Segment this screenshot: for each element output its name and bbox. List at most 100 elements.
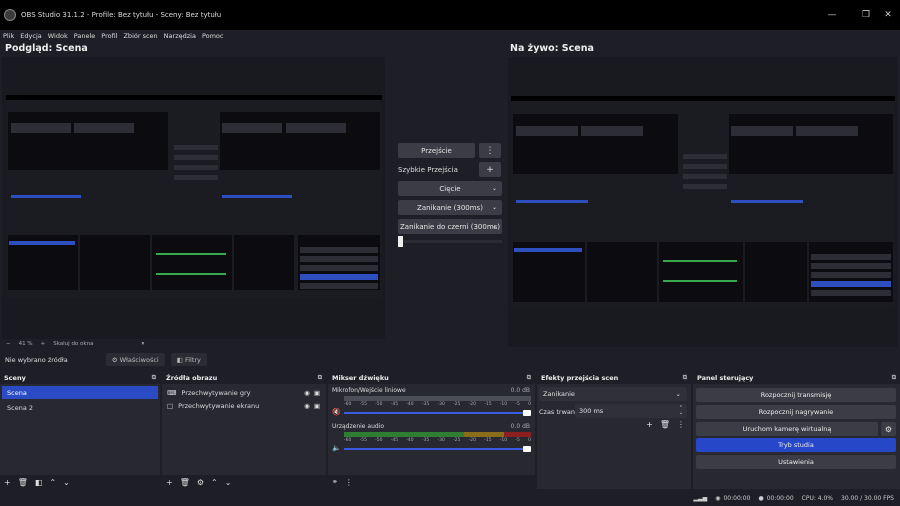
source-toolbar: Nie wybrano źródła ⚙ Właściwości ◧ Filtr…: [0, 350, 900, 369]
meter-ticks: -60 -55 -50 -45 -40 -35 -30 -25 -20 -15 -10 -5 0: [344, 438, 531, 443]
transition-button[interactable]: Przejście: [398, 143, 475, 158]
meter-ticks: -60 -55 -50 -45 -40 -35 -30 -25 -20 -15 -10 -5 0: [344, 402, 531, 407]
chevron-down-icon: ⌄: [491, 223, 497, 230]
sources-dock: Źródła obrazu ⧉ ⌨ Przechwytywanie gry ◉ ▣…: [162, 371, 326, 489]
gamepad-icon: ⌨: [167, 388, 177, 397]
chevron-down-icon[interactable]: ▾: [141, 341, 144, 347]
add-icon[interactable]: +: [4, 478, 11, 487]
scenes-footer: + 🗑 ◧ ⌃ ⌄: [0, 475, 160, 489]
maximize-icon[interactable]: ❐: [854, 0, 878, 30]
start-recording-button[interactable]: Rozpocznij nagrywanie: [696, 405, 896, 419]
arrow-up-icon[interactable]: ⌃: [49, 478, 56, 487]
tick-label: -40: [406, 402, 414, 407]
trash-icon[interactable]: 🗑: [660, 420, 670, 429]
lock-icon[interactable]: ▣: [314, 402, 320, 410]
arrow-down-icon[interactable]: ⌄: [225, 478, 232, 487]
tick-label: -20: [468, 438, 476, 443]
tick-label: -55: [359, 402, 367, 407]
eye-icon[interactable]: ◉: [304, 402, 310, 410]
tick-label: -60: [344, 438, 352, 443]
tbar-track: [400, 240, 502, 243]
eye-icon[interactable]: ◉: [304, 389, 310, 397]
more-icon[interactable]: ⋮: [677, 420, 685, 429]
source-item[interactable]: □ Przechwytywanie ekranu ◉ ▣: [162, 399, 326, 412]
menu-pomoc[interactable]: Pomoc: [199, 30, 227, 42]
volume-slider[interactable]: [344, 412, 527, 414]
tick-label: -10: [499, 438, 508, 443]
volume-slider[interactable]: [344, 448, 527, 450]
menu-plik[interactable]: Plik: [0, 30, 17, 42]
properties-button[interactable]: ⚙ Właściwości: [105, 353, 165, 366]
arrow-up-icon[interactable]: ⌃: [211, 478, 218, 487]
level-meter-yellow: [464, 432, 504, 437]
more-icon[interactable]: ⋮: [345, 478, 353, 487]
scene-item[interactable]: Scena: [2, 386, 158, 399]
minimize-icon[interactable]: —: [820, 0, 844, 30]
trash-icon[interactable]: 🗑: [18, 478, 28, 487]
quick-transition-fade-black[interactable]: Zanikanie do czerni (300ms) ⌄: [398, 219, 502, 234]
filters-button[interactable]: ◧ Filtry: [170, 353, 207, 366]
mic-muted-icon[interactable]: 🔇: [332, 408, 341, 416]
link-icon[interactable]: ⚭: [332, 478, 338, 486]
menu-panele[interactable]: Panele: [71, 30, 99, 42]
stepper-icon[interactable]: ⌃ ⌄: [679, 406, 683, 416]
duration-spinbox[interactable]: 300 ms ⌃ ⌄: [575, 404, 687, 418]
tick-label: 0: [528, 402, 531, 407]
chevron-down-icon: ⌄: [491, 185, 497, 192]
channel-name: Urządzenie audio: [332, 423, 385, 430]
speaker-icon[interactable]: 🔈: [332, 444, 341, 452]
arrow-down-icon[interactable]: ⌄: [63, 478, 70, 487]
lock-icon[interactable]: ▣: [314, 389, 320, 397]
quick-transition-cut[interactable]: Cięcie ⌄: [398, 181, 502, 196]
preview-title: Podgląd: Scena: [5, 43, 88, 54]
level-meter: [344, 396, 531, 401]
undock-icon[interactable]: ⧉: [527, 374, 531, 382]
quick-transitions-label: Szybkie Przejścia: [398, 166, 458, 174]
start-streaming-button[interactable]: Rozpocznij transmisję: [696, 388, 896, 402]
tbar-handle[interactable]: [398, 236, 403, 247]
undock-icon[interactable]: ⧉: [683, 374, 687, 382]
tick-label: -15: [484, 402, 492, 407]
zoom-in-icon[interactable]: +: [41, 341, 46, 347]
studio-mode-button[interactable]: Tryb studia: [696, 438, 896, 452]
zoom-out-icon[interactable]: −: [6, 341, 11, 347]
start-virtual-camera-button[interactable]: Uruchom kamerę wirtualną: [696, 422, 878, 436]
transition-select[interactable]: Zanikanie ⌄: [539, 387, 687, 401]
undock-icon[interactable]: ⧉: [892, 374, 896, 382]
close-icon[interactable]: ✕: [876, 0, 900, 30]
tick-label: -45: [390, 402, 399, 407]
volume-knob[interactable]: [523, 446, 531, 452]
source-item[interactable]: ⌨ Przechwytywanie gry ◉ ▣: [162, 386, 326, 399]
tick-label: 0: [528, 438, 531, 443]
filter-icon: ◧: [176, 355, 185, 364]
quick-transition-fade[interactable]: Zanikanie (300ms) ⌄: [398, 200, 502, 215]
no-source-label: Nie wybrano źródła: [5, 355, 68, 364]
menu-narzedzia[interactable]: Narzędzia: [161, 30, 199, 42]
obs-logo-icon: [4, 9, 16, 21]
menu-edycja[interactable]: Edycja: [17, 30, 44, 42]
chevron-down-icon: ⌄: [675, 390, 681, 398]
add-icon[interactable]: +: [166, 478, 173, 487]
gear-icon[interactable]: ⚙: [881, 422, 896, 436]
filter-icon[interactable]: ◧: [35, 478, 43, 487]
scene-item[interactable]: Scena 2: [2, 401, 158, 414]
undock-icon[interactable]: ⧉: [152, 374, 156, 382]
settings-button[interactable]: Ustawienia: [696, 455, 896, 469]
level-meter-red: [504, 432, 531, 437]
volume-knob[interactable]: [523, 410, 531, 416]
menu-profil[interactable]: Profil: [98, 30, 120, 42]
tick-label: -60: [344, 402, 352, 407]
preview-canvas[interactable]: [2, 57, 385, 339]
gear-icon[interactable]: ⚙: [197, 478, 204, 487]
controls-dock: Panel sterujący ⧉ Rozpocznij transmisję R…: [693, 371, 900, 489]
scale-select[interactable]: Skaluj do okna: [53, 341, 93, 347]
channel-db: 0.0 dB: [510, 423, 530, 430]
undock-icon[interactable]: ⧉: [318, 374, 322, 382]
trash-icon[interactable]: 🗑: [180, 478, 190, 487]
menu-zbior-scen[interactable]: Zbiór scen: [120, 30, 160, 42]
window-title: OBS Studio 31.1.2 - Profile: Bez tytułu …: [21, 11, 222, 19]
add-icon[interactable]: +: [646, 420, 653, 429]
add-quick-transition-icon[interactable]: +: [479, 162, 501, 177]
transition-menu-icon[interactable]: ⋮: [479, 143, 501, 158]
menu-widok[interactable]: Widok: [45, 30, 71, 42]
